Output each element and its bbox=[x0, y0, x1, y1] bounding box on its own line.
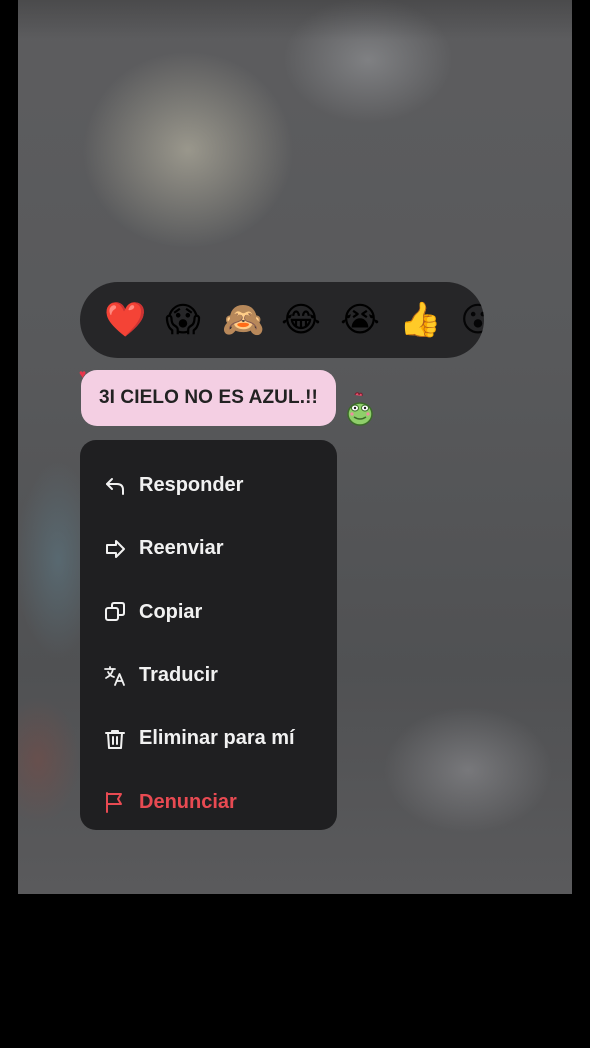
translate-icon bbox=[102, 663, 128, 689]
reaction-more-partial[interactable]: 😮 bbox=[458, 300, 484, 340]
reaction-scream[interactable]: 😱 bbox=[163, 300, 203, 340]
reaction-heart[interactable]: ❤️ bbox=[104, 300, 146, 340]
reply-icon bbox=[102, 473, 128, 499]
menu-label-translate: Traducir bbox=[139, 664, 218, 687]
message-text: 3I CIELO NO ES AZUL.!! bbox=[99, 387, 318, 408]
menu-item-reply[interactable]: Responder bbox=[80, 454, 337, 517]
copy-icon bbox=[102, 599, 128, 625]
forward-icon bbox=[102, 536, 128, 562]
menu-item-translate[interactable]: Traducir bbox=[80, 644, 337, 707]
menu-item-forward[interactable]: Reenviar bbox=[80, 517, 337, 580]
reaction-see-no-evil-monkey[interactable]: 🙈 bbox=[222, 300, 264, 340]
menu-item-delete-for-me[interactable]: Eliminar para mí bbox=[80, 707, 337, 770]
menu-label-report: Denunciar bbox=[139, 790, 237, 813]
menu-label-delete-for-me: Eliminar para mí bbox=[139, 727, 295, 750]
message-context-menu: Responder Reenviar Copiar Traducir Elimi… bbox=[80, 440, 337, 830]
heart-decoration-icon: ♥ bbox=[79, 367, 87, 381]
top-fade bbox=[18, 0, 572, 40]
menu-label-forward: Reenviar bbox=[139, 537, 224, 560]
message-bubble[interactable]: ♥ 3I CIELO NO ES AZUL.!! bbox=[79, 367, 336, 426]
menu-item-copy[interactable]: Copiar bbox=[80, 581, 337, 644]
reaction-bar: ❤️ 😱 🙈 😂 😭 👍 😮 bbox=[80, 282, 484, 358]
menu-label-copy: Copiar bbox=[139, 600, 203, 623]
menu-item-report[interactable]: Denunciar bbox=[80, 770, 337, 833]
frog-sticker-icon bbox=[347, 392, 373, 426]
chat-screen-blurred-background: ❤️ 😱 🙈 😂 😭 👍 😮 ♥ 3I CIELO NO ES AZUL.!! bbox=[18, 0, 572, 894]
flag-icon bbox=[102, 789, 128, 815]
reaction-crying[interactable]: 😭 bbox=[340, 300, 380, 340]
menu-label-reply: Responder bbox=[139, 474, 244, 497]
reaction-tears-of-joy[interactable]: 😂 bbox=[281, 300, 321, 340]
reaction-thumbs-up[interactable]: 👍 bbox=[399, 300, 441, 340]
trash-icon bbox=[102, 726, 128, 752]
